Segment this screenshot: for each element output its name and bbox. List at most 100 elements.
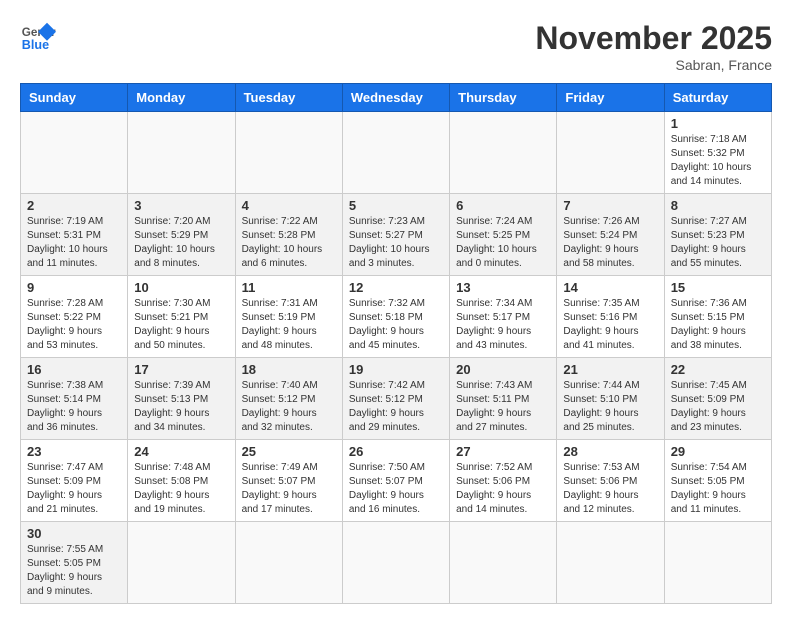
day-number: 21 bbox=[563, 362, 657, 377]
calendar-week-6: 30Sunrise: 7:55 AM Sunset: 5:05 PM Dayli… bbox=[21, 522, 772, 604]
day-number: 4 bbox=[242, 198, 336, 213]
day-number: 8 bbox=[671, 198, 765, 213]
day-number: 9 bbox=[27, 280, 121, 295]
day-info: Sunrise: 7:44 AM Sunset: 5:10 PM Dayligh… bbox=[563, 379, 657, 435]
day-info: Sunrise: 7:26 AM Sunset: 5:24 PM Dayligh… bbox=[563, 215, 657, 271]
calendar-cell: 22 Sunrise: 7:45 AM Sunset: 5:09 PM Dayli… bbox=[664, 358, 771, 440]
day-info: Sunrise: 7:23 AM Sunset: 5:27 PM Dayligh… bbox=[349, 215, 443, 271]
calendar-cell: 27 Sunrise: 7:52 AM Sunset: 5:06 PM Dayli… bbox=[450, 440, 557, 522]
day-number: 3 bbox=[134, 198, 228, 213]
calendar-week-2: 2 Sunrise: 7:19 AM Sunset: 5:31 PM Daylig… bbox=[21, 194, 772, 276]
day-number: 26 bbox=[349, 444, 443, 459]
day-number: 29 bbox=[671, 444, 765, 459]
day-info: Sunrise: 7:55 AM Sunset: 5:05 PM Dayligh… bbox=[27, 543, 121, 599]
calendar-cell: 16 Sunrise: 7:38 AM Sunset: 5:14 PM Dayli… bbox=[21, 358, 128, 440]
calendar-cell: 14Sunrise: 7:35 AM Sunset: 5:16 PM Dayli… bbox=[557, 276, 664, 358]
col-thursday: Thursday bbox=[450, 84, 557, 112]
day-info: Sunrise: 7:49 AM Sunset: 5:07 PM Dayligh… bbox=[242, 461, 336, 517]
calendar-cell: 19Sunrise: 7:42 AM Sunset: 5:12 PM Dayli… bbox=[342, 358, 449, 440]
day-number: 27 bbox=[456, 444, 550, 459]
calendar-week-5: 23 Sunrise: 7:47 AM Sunset: 5:09 PM Dayli… bbox=[21, 440, 772, 522]
calendar-cell: 10 Sunrise: 7:30 AM Sunset: 5:21 PM Dayli… bbox=[128, 276, 235, 358]
calendar-cell: 11Sunrise: 7:31 AM Sunset: 5:19 PM Dayli… bbox=[235, 276, 342, 358]
day-number: 10 bbox=[134, 280, 228, 295]
day-info: Sunrise: 7:52 AM Sunset: 5:06 PM Dayligh… bbox=[456, 461, 550, 517]
day-info: Sunrise: 7:22 AM Sunset: 5:28 PM Dayligh… bbox=[242, 215, 336, 271]
calendar-cell: 3Sunrise: 7:20 AM Sunset: 5:29 PM Daylig… bbox=[128, 194, 235, 276]
calendar-cell: 25Sunrise: 7:49 AM Sunset: 5:07 PM Dayli… bbox=[235, 440, 342, 522]
day-number: 15 bbox=[671, 280, 765, 295]
day-info: Sunrise: 7:18 AM Sunset: 5:32 PM Dayligh… bbox=[671, 133, 765, 189]
location: Sabran, France bbox=[535, 57, 772, 73]
calendar-cell: 12Sunrise: 7:32 AM Sunset: 5:18 PM Dayli… bbox=[342, 276, 449, 358]
calendar-cell: 15 Sunrise: 7:36 AM Sunset: 5:15 PM Dayli… bbox=[664, 276, 771, 358]
calendar-cell: 26 Sunrise: 7:50 AM Sunset: 5:07 PM Dayli… bbox=[342, 440, 449, 522]
calendar-cell: 13 Sunrise: 7:34 AM Sunset: 5:17 PM Dayli… bbox=[450, 276, 557, 358]
calendar-cell: 1 Sunrise: 7:18 AM Sunset: 5:32 PM Daylig… bbox=[664, 112, 771, 194]
day-number: 18 bbox=[242, 362, 336, 377]
day-number: 20 bbox=[456, 362, 550, 377]
day-info: Sunrise: 7:50 AM Sunset: 5:07 PM Dayligh… bbox=[349, 461, 443, 517]
day-info: Sunrise: 7:36 AM Sunset: 5:15 PM Dayligh… bbox=[671, 297, 765, 353]
calendar-cell bbox=[342, 522, 449, 604]
day-info: Sunrise: 7:45 AM Sunset: 5:09 PM Dayligh… bbox=[671, 379, 765, 435]
day-number: 17 bbox=[134, 362, 228, 377]
day-number: 11 bbox=[242, 280, 336, 295]
calendar-cell: 18 Sunrise: 7:40 AM Sunset: 5:12 PM Dayli… bbox=[235, 358, 342, 440]
page-header: General Blue November 2025 Sabran, Franc… bbox=[20, 20, 772, 73]
calendar-cell bbox=[450, 522, 557, 604]
col-friday: Friday bbox=[557, 84, 664, 112]
day-info: Sunrise: 7:38 AM Sunset: 5:14 PM Dayligh… bbox=[27, 379, 121, 435]
day-number: 19 bbox=[349, 362, 443, 377]
day-info: Sunrise: 7:19 AM Sunset: 5:31 PM Dayligh… bbox=[27, 215, 121, 271]
calendar-cell: 9Sunrise: 7:28 AM Sunset: 5:22 PM Daylig… bbox=[21, 276, 128, 358]
col-monday: Monday bbox=[128, 84, 235, 112]
day-number: 6 bbox=[456, 198, 550, 213]
calendar-cell: 29Sunrise: 7:54 AM Sunset: 5:05 PM Dayli… bbox=[664, 440, 771, 522]
calendar-cell: 17Sunrise: 7:39 AM Sunset: 5:13 PM Dayli… bbox=[128, 358, 235, 440]
day-number: 16 bbox=[27, 362, 121, 377]
day-info: Sunrise: 7:40 AM Sunset: 5:12 PM Dayligh… bbox=[242, 379, 336, 435]
day-info: Sunrise: 7:47 AM Sunset: 5:09 PM Dayligh… bbox=[27, 461, 121, 517]
title-block: November 2025 Sabran, France bbox=[535, 20, 772, 73]
day-number: 1 bbox=[671, 116, 765, 131]
logo: General Blue bbox=[20, 20, 56, 56]
calendar-header-row: Sunday Monday Tuesday Wednesday Thursday… bbox=[21, 84, 772, 112]
day-number: 23 bbox=[27, 444, 121, 459]
day-info: Sunrise: 7:53 AM Sunset: 5:06 PM Dayligh… bbox=[563, 461, 657, 517]
day-number: 13 bbox=[456, 280, 550, 295]
day-number: 24 bbox=[134, 444, 228, 459]
day-info: Sunrise: 7:27 AM Sunset: 5:23 PM Dayligh… bbox=[671, 215, 765, 271]
calendar-cell: 28 Sunrise: 7:53 AM Sunset: 5:06 PM Dayli… bbox=[557, 440, 664, 522]
day-info: Sunrise: 7:34 AM Sunset: 5:17 PM Dayligh… bbox=[456, 297, 550, 353]
day-info: Sunrise: 7:32 AM Sunset: 5:18 PM Dayligh… bbox=[349, 297, 443, 353]
calendar-cell: 24Sunrise: 7:48 AM Sunset: 5:08 PM Dayli… bbox=[128, 440, 235, 522]
calendar-cell bbox=[235, 112, 342, 194]
month-title: November 2025 bbox=[535, 20, 772, 57]
col-wednesday: Wednesday bbox=[342, 84, 449, 112]
calendar-cell: 5Sunrise: 7:23 AM Sunset: 5:27 PM Daylig… bbox=[342, 194, 449, 276]
calendar-cell: 23 Sunrise: 7:47 AM Sunset: 5:09 PM Dayli… bbox=[21, 440, 128, 522]
calendar-cell bbox=[557, 522, 664, 604]
calendar-cell: 2 Sunrise: 7:19 AM Sunset: 5:31 PM Daylig… bbox=[21, 194, 128, 276]
day-info: Sunrise: 7:24 AM Sunset: 5:25 PM Dayligh… bbox=[456, 215, 550, 271]
calendar-cell bbox=[557, 112, 664, 194]
day-info: Sunrise: 7:30 AM Sunset: 5:21 PM Dayligh… bbox=[134, 297, 228, 353]
calendar-cell: 30Sunrise: 7:55 AM Sunset: 5:05 PM Dayli… bbox=[21, 522, 128, 604]
calendar: Sunday Monday Tuesday Wednesday Thursday… bbox=[20, 83, 772, 604]
logo-icon: General Blue bbox=[20, 20, 56, 56]
svg-text:Blue: Blue bbox=[22, 38, 49, 52]
calendar-cell: 7 Sunrise: 7:26 AM Sunset: 5:24 PM Daylig… bbox=[557, 194, 664, 276]
calendar-cell bbox=[450, 112, 557, 194]
calendar-cell: 21 Sunrise: 7:44 AM Sunset: 5:10 PM Dayli… bbox=[557, 358, 664, 440]
calendar-week-3: 9Sunrise: 7:28 AM Sunset: 5:22 PM Daylig… bbox=[21, 276, 772, 358]
day-number: 7 bbox=[563, 198, 657, 213]
day-number: 22 bbox=[671, 362, 765, 377]
col-tuesday: Tuesday bbox=[235, 84, 342, 112]
calendar-cell: 6 Sunrise: 7:24 AM Sunset: 5:25 PM Daylig… bbox=[450, 194, 557, 276]
calendar-cell: 4 Sunrise: 7:22 AM Sunset: 5:28 PM Daylig… bbox=[235, 194, 342, 276]
day-number: 28 bbox=[563, 444, 657, 459]
day-number: 2 bbox=[27, 198, 121, 213]
calendar-cell bbox=[664, 522, 771, 604]
col-saturday: Saturday bbox=[664, 84, 771, 112]
